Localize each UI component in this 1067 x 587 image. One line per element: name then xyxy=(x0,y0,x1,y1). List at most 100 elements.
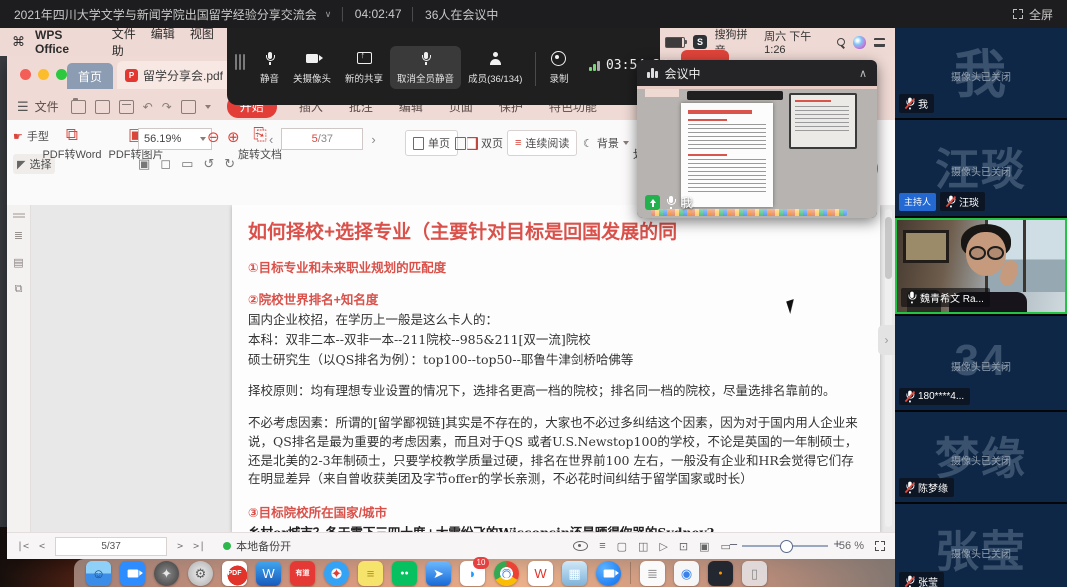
active-app-name[interactable]: WPS Office xyxy=(35,28,98,56)
meeting-mic-button[interactable]: 静音 xyxy=(253,46,286,89)
undo-icon[interactable]: ↶ xyxy=(143,100,153,114)
first-page-button[interactable]: |< xyxy=(17,541,29,552)
status-page-indicator[interactable]: 5/37 xyxy=(55,537,167,556)
pdf-to-word-button[interactable]: ⧉ PDF转Word xyxy=(40,126,104,162)
siri-icon[interactable] xyxy=(853,36,865,49)
last-page-button[interactable]: >| xyxy=(193,541,205,552)
dock-safari-icon[interactable]: ✦ xyxy=(324,561,349,586)
quickbar-dropdown-icon[interactable] xyxy=(205,105,211,109)
dock-dingtalk-icon[interactable]: ◗10 xyxy=(460,561,485,586)
dock-dark-app-icon[interactable]: ● xyxy=(708,561,733,586)
meeting-preview-window[interactable]: 会议中 ∧ 我 xyxy=(637,60,877,218)
participant-tile[interactable]: 34摄像头已关闭180****4... xyxy=(895,316,1067,410)
toolbar-drag-handle[interactable] xyxy=(235,54,245,70)
dock-wps-icon[interactable]: W xyxy=(528,561,553,586)
fullscreen-doc-icon[interactable] xyxy=(875,541,885,551)
eye-protect-icon[interactable] xyxy=(573,541,588,551)
dock-doc-file-icon[interactable]: ≣ xyxy=(640,561,665,586)
page-number-input[interactable]: 5/37 xyxy=(281,128,363,150)
fit-actual-icon[interactable]: ▣ xyxy=(138,156,150,172)
previous-page-icon[interactable]: ‹ xyxy=(269,132,273,147)
preview-window-header[interactable]: 会议中 ∧ xyxy=(637,60,877,86)
spotlight-search-icon[interactable] xyxy=(837,38,846,47)
prev-page-button[interactable]: < xyxy=(39,541,45,552)
dock-youdao-icon[interactable]: 有道 xyxy=(290,561,315,586)
dock-trash-icon[interactable]: ▯ xyxy=(742,561,767,586)
mic-icon xyxy=(265,50,274,66)
menubar-menu-编辑[interactable]: 编辑 xyxy=(151,28,175,41)
menubar-menu-视图[interactable]: 视图 xyxy=(190,28,214,41)
meeting-unmute-button[interactable]: 取消全员静音 xyxy=(390,46,461,89)
fit-page-icon2[interactable]: ▣ xyxy=(699,540,709,553)
annotation-panel-icon[interactable]: ⧉ xyxy=(7,283,30,296)
participant-tile[interactable]: 魏青希文 Ra... xyxy=(895,218,1067,314)
hamburger-menu-icon[interactable]: ☰ xyxy=(17,99,29,115)
zoom-value-select[interactable]: 56.19% xyxy=(138,128,212,150)
menubar-menu-文件[interactable]: 文件 xyxy=(112,28,136,41)
menubar-clock[interactable]: 周六 下午1:26 xyxy=(764,28,829,56)
participant-tile[interactable]: 汪琰摄像头已关闭主持人汪琰 xyxy=(895,120,1067,216)
paste-icon[interactable] xyxy=(181,100,196,114)
meeting-members-button[interactable]: 成员(36/134) xyxy=(461,46,529,89)
dock-chrome-icon[interactable]: ◉ xyxy=(494,561,519,586)
dock-tencent-meeting-icon[interactable] xyxy=(596,561,621,586)
save-icon[interactable] xyxy=(95,100,110,114)
rotate-left-icon[interactable]: ↺ xyxy=(203,156,214,172)
chevron-down-icon[interactable]: ∨ xyxy=(325,9,332,20)
input-method-icon[interactable]: S xyxy=(693,35,706,49)
dock-stickies-icon[interactable]: ≡ xyxy=(358,561,383,586)
dock-finder-icon[interactable]: ☺ xyxy=(86,561,111,586)
scrollbar-thumb[interactable] xyxy=(885,217,892,279)
meeting-record-button[interactable]: 录制 xyxy=(542,46,575,89)
dock-settings-icon[interactable]: ⚙ xyxy=(188,561,213,586)
double-mode-icon[interactable]: ◫ xyxy=(638,540,648,553)
vertical-scrollbar[interactable] xyxy=(885,209,892,527)
fullscreen-button[interactable]: 全屏 xyxy=(1013,6,1067,23)
minimize-window-button[interactable] xyxy=(38,69,49,80)
slideshow-icon[interactable]: ▷ xyxy=(659,540,667,553)
dock-zoom-icon[interactable] xyxy=(120,561,145,586)
my-mic-icon[interactable] xyxy=(666,196,675,209)
fit-width-icon[interactable]: ▭ xyxy=(181,156,193,172)
fit-page-icon[interactable]: ◻ xyxy=(160,156,171,172)
participant-tile[interactable]: 梦缘摄像头已关闭陈梦缘 xyxy=(895,412,1067,502)
zoom-slider-knob[interactable] xyxy=(780,540,793,553)
file-menu[interactable]: 文件 xyxy=(35,98,59,115)
local-backup-status[interactable]: 本地备份开 xyxy=(223,538,291,554)
single-mode-icon[interactable]: ▢ xyxy=(617,540,627,553)
dock-paper-plane-icon[interactable]: ➤ xyxy=(426,561,451,586)
redo-icon[interactable]: ↷ xyxy=(162,100,172,114)
continuous-read-button[interactable]: ≡连续阅读 xyxy=(507,130,577,156)
zoom-window-button[interactable] xyxy=(56,69,67,80)
dock-word-icon[interactable]: W xyxy=(256,561,281,586)
apple-menu-icon[interactable]: ⌘ xyxy=(12,34,25,50)
collapse-chevron-icon[interactable]: ∧ xyxy=(859,67,867,80)
outline-panel-icon[interactable]: ≣ xyxy=(7,229,30,242)
dock-html-file-icon[interactable]: ◉ xyxy=(674,561,699,586)
meeting-cam-button[interactable]: 关摄像头 xyxy=(286,46,338,89)
actual-size-icon[interactable]: ⊡ xyxy=(679,540,688,553)
dock-wechat-icon[interactable]: ●● xyxy=(392,561,417,586)
zoom-out-icon[interactable]: ⊖ xyxy=(207,128,220,146)
panel-drag-handle[interactable] xyxy=(13,213,25,215)
next-page-button[interactable]: > xyxy=(177,541,183,552)
dock-preview-icon[interactable]: ▦ xyxy=(562,561,587,586)
print-icon[interactable] xyxy=(119,100,134,114)
thumbnail-panel-icon[interactable]: ▤ xyxy=(7,256,30,269)
tab-home[interactable]: 首页 xyxy=(67,63,113,89)
next-page-icon[interactable]: › xyxy=(371,132,375,147)
close-window-button[interactable] xyxy=(20,69,31,80)
continuous-mode-icon[interactable]: ≡ xyxy=(599,540,605,552)
meeting-share-button[interactable]: 新的共享 xyxy=(338,46,390,89)
open-file-icon[interactable] xyxy=(71,100,86,114)
participant-tile[interactable]: 我摄像头已关闭我 xyxy=(895,28,1067,118)
dock-pdf-expert-icon[interactable]: PDF xyxy=(222,561,247,586)
cam-icon xyxy=(306,50,318,66)
zoom-slider[interactable] xyxy=(742,545,828,547)
participant-tile[interactable]: 张莹摄像头已关闭张莹 xyxy=(895,504,1067,587)
control-center-icon[interactable] xyxy=(874,38,885,47)
dock-launchpad-icon[interactable]: ✦ xyxy=(154,561,179,586)
background-button[interactable]: ☾背景 xyxy=(575,130,637,156)
document-view[interactable]: 如何择校+选择专业（主要针对目标是回国发展的同①目标专业和未来职业规划的匹配度②… xyxy=(30,205,895,532)
expand-panel-button[interactable]: › xyxy=(878,325,895,355)
